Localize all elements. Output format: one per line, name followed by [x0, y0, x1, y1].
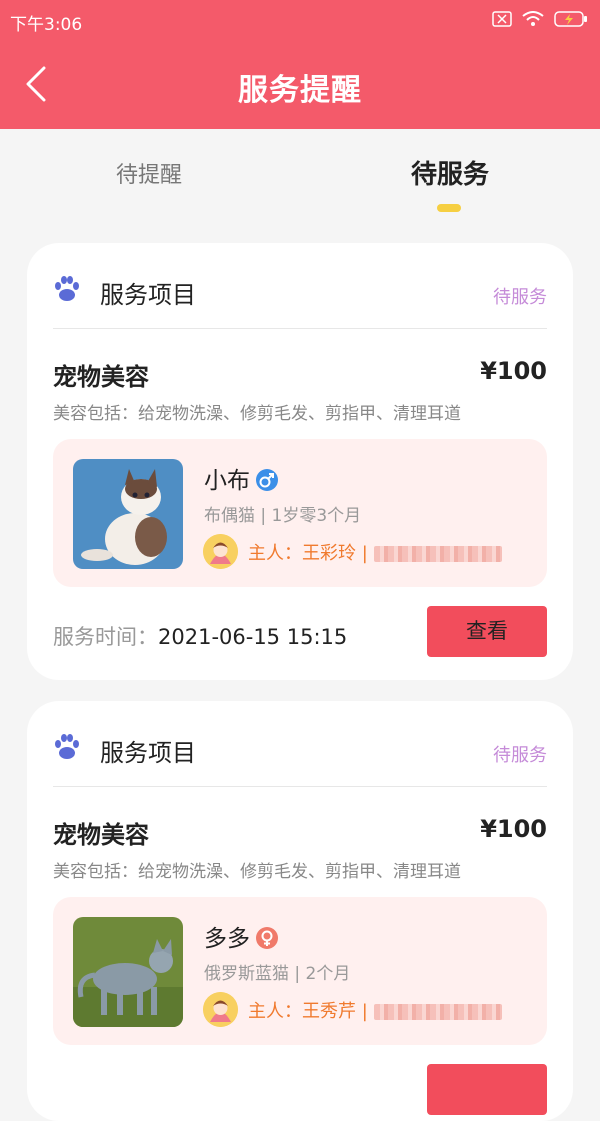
service-card: 服务项目 待服务 宠物美容 ¥100 美容包括：给宠物洗澡、修剪毛发、剪指甲、清… [27, 701, 573, 1121]
pet-name: 多多 [204, 926, 250, 952]
header-bar: 下午3:06 服务提醒 [0, 0, 600, 129]
status-badge: 待服务 [493, 287, 547, 308]
tab-pending-reminder[interactable]: 待提醒 [116, 157, 182, 189]
paw-icon [53, 733, 81, 761]
active-tab-indicator [437, 204, 461, 212]
battery-icon [554, 10, 588, 33]
card-header: 服务项目 待服务 [53, 701, 547, 787]
service-description: 美容包括：给宠物洗澡、修剪毛发、剪指甲、清理耳道 [53, 862, 461, 882]
service-price: ¥100 [480, 815, 547, 843]
owner-label: 主人：王秀芹 | [248, 1001, 374, 1022]
service-name: 宠物美容 [53, 821, 149, 849]
pet-info-box[interactable]: 小布 布偶猫 | 1岁零3个月 主人：王彩玲 | [53, 439, 547, 587]
pet-photo [73, 459, 183, 569]
wifi-icon [522, 11, 544, 32]
owner-info: 主人：王秀芹 | [248, 997, 502, 1023]
section-title: 服务项目 [100, 739, 196, 767]
view-button[interactable]: 查看 [427, 606, 547, 657]
no-sim-icon [492, 11, 512, 32]
service-time-label: 服务时间： [53, 625, 158, 649]
service-time-value: 2021-06-15 15:15 [158, 625, 348, 649]
section-title: 服务项目 [100, 281, 196, 309]
owner-info: 主人：王彩玲 | [248, 539, 502, 565]
pet-name: 小布 [204, 468, 250, 494]
service-card: 服务项目 待服务 宠物美容 ¥100 美容包括：给宠物洗澡、修剪毛发、剪指甲、清… [27, 243, 573, 680]
pet-breed-age: 俄罗斯蓝猫 | 2个月 [204, 964, 351, 984]
owner-label: 主人：王彩玲 | [248, 543, 374, 564]
male-icon [256, 469, 278, 491]
pet-info-box[interactable]: 多多 俄罗斯蓝猫 | 2个月 主人：王秀芹 | [53, 897, 547, 1045]
status-bar: 下午3:06 [10, 10, 588, 35]
tab-bar: 待提醒 待服务 [0, 129, 600, 229]
status-badge: 待服务 [493, 745, 547, 766]
card-header: 服务项目 待服务 [53, 243, 547, 329]
pet-photo [73, 917, 183, 1027]
service-name: 宠物美容 [53, 363, 149, 391]
owner-avatar [203, 534, 238, 569]
phone-number-redacted [373, 546, 502, 562]
phone-number-redacted [373, 1004, 502, 1020]
paw-icon [53, 275, 81, 303]
tab-pending-service[interactable]: 待服务 [411, 154, 489, 191]
pet-breed-age: 布偶猫 | 1岁零3个月 [204, 506, 362, 526]
female-icon [256, 927, 278, 949]
status-time: 下午3:06 [10, 15, 83, 35]
service-price: ¥100 [480, 357, 547, 385]
service-time: 服务时间：2021-06-15 15:15 [53, 621, 347, 651]
owner-avatar [203, 992, 238, 1027]
view-button-partial[interactable] [427, 1064, 547, 1115]
service-description: 美容包括：给宠物洗澡、修剪毛发、剪指甲、清理耳道 [53, 404, 461, 424]
page-title: 服务提醒 [238, 73, 362, 108]
